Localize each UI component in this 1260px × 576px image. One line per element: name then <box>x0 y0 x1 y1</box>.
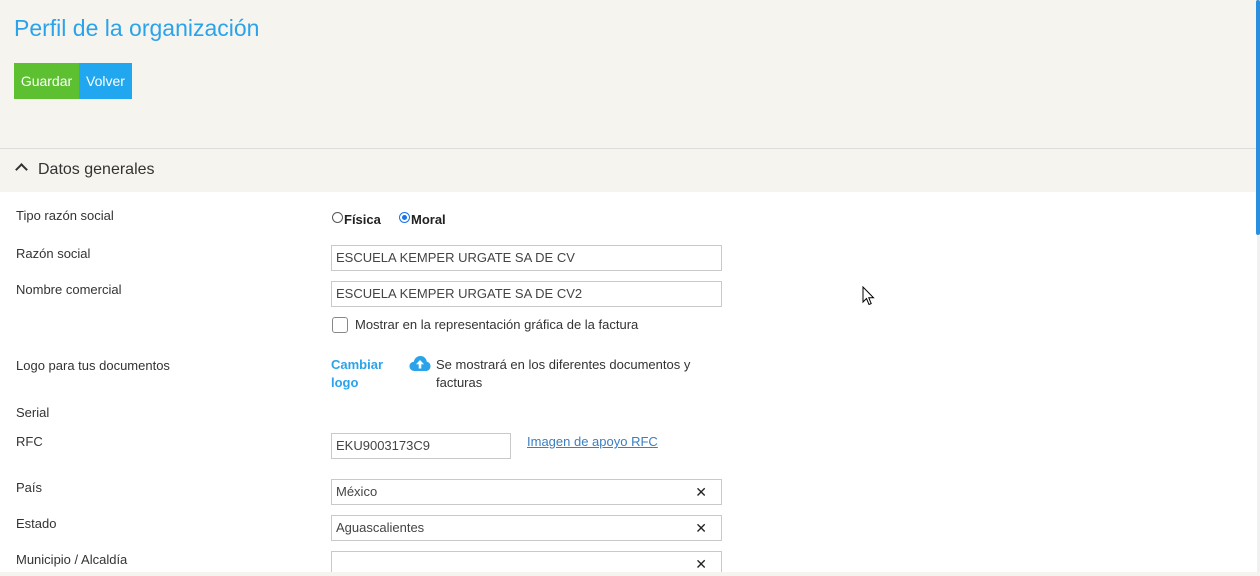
logo-hint: Se mostrará en los diferentes documentos… <box>436 356 690 392</box>
cloud-upload-icon[interactable] <box>409 355 431 377</box>
form-panel: Tipo razón social Física Moral Razón soc… <box>0 192 1257 572</box>
municipio-label: Municipio / Alcaldía <box>16 552 128 567</box>
change-logo-link[interactable]: Cambiar logo <box>331 356 383 392</box>
mostrar-factura-label[interactable]: Mostrar en la representación gráfica de … <box>355 316 638 334</box>
pais-value: México <box>336 484 378 499</box>
logo-label: Logo para tus documentos <box>16 358 170 373</box>
radio-moral-label[interactable]: Moral <box>411 212 446 227</box>
estado-value: Aguascalientes <box>336 520 425 535</box>
save-button[interactable]: Guardar <box>14 63 79 99</box>
close-icon[interactable]: ✕ <box>695 552 707 576</box>
nombre-comercial-input[interactable]: ESCUELA KEMPER URGATE SA DE CV2 <box>331 281 722 307</box>
rfc-input[interactable]: EKU9003173C9 <box>331 433 511 459</box>
section-title: Datos generales <box>38 161 155 178</box>
radio-fisica[interactable] <box>332 212 343 223</box>
close-icon[interactable]: ✕ <box>695 480 707 504</box>
municipio-select[interactable]: ✕ <box>331 551 722 572</box>
scrollbar-thumb[interactable] <box>1256 0 1260 235</box>
tipo-razon-social-label: Tipo razón social <box>16 208 114 223</box>
rfc-help-link[interactable]: Imagen de apoyo RFC <box>527 434 658 449</box>
razon-social-input[interactable]: ESCUELA KEMPER URGATE SA DE CV <box>331 245 722 271</box>
mouse-cursor-icon <box>862 285 876 311</box>
radio-fisica-label[interactable]: Física <box>344 212 381 227</box>
radio-moral[interactable] <box>399 212 410 223</box>
rfc-label: RFC <box>16 434 43 449</box>
mostrar-factura-checkbox[interactable] <box>332 317 348 333</box>
change-logo-line2[interactable]: logo <box>331 374 383 392</box>
chevron-up-icon[interactable] <box>15 163 28 176</box>
pais-label: País <box>16 480 43 495</box>
serial-label: Serial <box>16 405 50 420</box>
close-icon[interactable]: ✕ <box>695 516 707 540</box>
razon-social-label: Razón social <box>16 246 91 261</box>
pais-select[interactable]: México ✕ <box>331 479 722 505</box>
nombre-comercial-label: Nombre comercial <box>16 282 122 297</box>
back-button[interactable]: Volver <box>79 63 132 99</box>
estado-label: Estado <box>16 516 57 531</box>
logo-hint-line2: facturas <box>436 375 483 390</box>
page-title: Perfil de la organización <box>14 15 260 41</box>
estado-select[interactable]: Aguascalientes ✕ <box>331 515 722 541</box>
section-header-datos-generales[interactable]: Datos generales <box>0 148 1257 193</box>
logo-hint-line1: Se mostrará en los diferentes documentos… <box>436 357 691 372</box>
change-logo-line1[interactable]: Cambiar <box>331 356 383 374</box>
